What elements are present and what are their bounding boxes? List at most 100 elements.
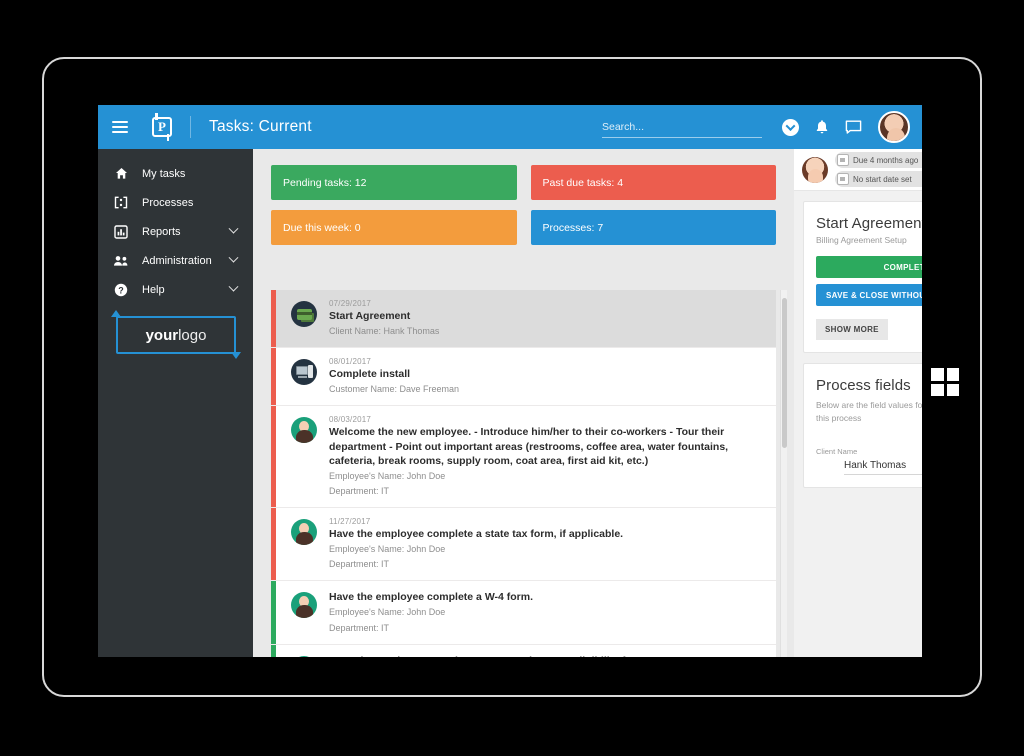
task-date: 08/03/2017 xyxy=(329,415,372,425)
task-title: Have the employee complete a W-4 form. xyxy=(329,591,534,604)
task-status-bar xyxy=(271,581,276,644)
task-meta: Department: IT xyxy=(329,486,390,496)
task-status-bar xyxy=(271,508,276,581)
credit-card-icon xyxy=(291,301,317,327)
home-icon xyxy=(112,167,130,180)
svg-text:?: ? xyxy=(118,285,124,295)
task-row[interactable]: 08/03/2017 Welcome the new employee. - I… xyxy=(271,406,776,509)
stat-label: Pending tasks: 12 xyxy=(283,176,367,189)
app-screen: P Tasks: Current Search... My tasks Proc… xyxy=(98,105,922,657)
brackets-icon xyxy=(112,196,130,209)
logo-light-text: logo xyxy=(178,326,207,344)
detail-panel-header: Due 4 months ago × No start date set › xyxy=(794,149,922,191)
task-meta: Employee's Name: John Doe xyxy=(329,607,446,618)
field-value[interactable]: Hank Thomas xyxy=(844,460,922,476)
task-row[interactable]: Have the employee complete a W-4 form. E… xyxy=(271,581,776,645)
due-date-chip[interactable]: Due 4 months ago × xyxy=(835,152,922,168)
due-date-label: Due 4 months ago xyxy=(853,155,919,165)
sidebar-item-administration[interactable]: Administration xyxy=(98,246,253,275)
task-list-scrollbar[interactable] xyxy=(780,290,787,657)
task-row[interactable]: 11/27/2017 Have the employee complete a … xyxy=(271,508,776,582)
windows-logo-icon xyxy=(931,368,959,396)
search-field-wrapper xyxy=(602,117,762,138)
task-title: Start Agreement xyxy=(329,310,411,322)
person-avatar xyxy=(291,417,317,444)
detail-title: Start Agreement xyxy=(816,215,922,232)
task-title: Have the employee complete an I-9 Employ… xyxy=(329,654,764,657)
task-status-bar xyxy=(271,290,276,348)
stat-card-due-this-week[interactable]: Due this week: 0 xyxy=(271,210,517,245)
task-row[interactable]: Have the employee complete an I-9 Employ… xyxy=(271,644,776,657)
task-status-bar xyxy=(271,644,276,657)
sidebar-label: Processes xyxy=(142,196,194,209)
stat-label: Due this week: 0 xyxy=(283,221,361,234)
start-date-chip[interactable]: No start date set xyxy=(835,171,922,187)
complete-button[interactable]: COMPLETE xyxy=(816,256,922,278)
task-meta: Department: IT xyxy=(329,559,390,570)
sidebar-item-help[interactable]: ? Help xyxy=(98,275,253,304)
task-status-bar xyxy=(271,406,276,508)
question-circle-icon: ? xyxy=(112,283,130,297)
stat-cards: Pending tasks: 12 Past due tasks: 4 Due … xyxy=(253,149,794,245)
top-navigation-bar: P Tasks: Current xyxy=(98,105,922,149)
sidebar-label: Help xyxy=(142,283,165,296)
stat-label: Processes: 7 xyxy=(542,221,604,234)
task-row[interactable]: 08/01/2017 Complete install Customer Nam… xyxy=(271,348,776,407)
date-chips: Due 4 months ago × No start date set xyxy=(835,152,922,187)
sidebar-item-my-tasks[interactable]: My tasks xyxy=(98,159,253,188)
sidebar-navigation: My tasks Processes Reports Administratio… xyxy=(98,149,253,657)
computer-icon xyxy=(291,359,317,386)
company-logo-placeholder[interactable]: your logo xyxy=(116,316,236,354)
calendar-icon xyxy=(837,173,849,185)
bar-chart-icon xyxy=(112,224,130,239)
assignee-avatar[interactable] xyxy=(802,156,828,183)
process-fields-description: Below are the field values for this inst… xyxy=(816,400,922,424)
calendar-icon xyxy=(837,154,849,166)
task-date: 08/01/2017 xyxy=(329,357,372,367)
stat-label: Past due tasks: 4 xyxy=(542,176,624,189)
task-detail-card: Start Agreement Billing Agreement Setup … xyxy=(803,201,922,353)
sidebar-item-reports[interactable]: Reports xyxy=(98,217,253,246)
task-meta: Employee's Name: John Doe xyxy=(329,470,446,481)
task-row[interactable]: 07/29/2017 Start Agreement Client Name: … xyxy=(271,290,776,349)
bell-icon[interactable] xyxy=(815,119,829,135)
app-logo-icon[interactable]: P xyxy=(150,113,174,141)
stat-card-pending-tasks[interactable]: Pending tasks: 12 xyxy=(271,165,517,200)
person-avatar xyxy=(291,519,317,546)
chevron-down-icon[interactable] xyxy=(228,252,239,263)
field-label: Client Name xyxy=(816,447,858,457)
task-detail-panel: Due 4 months ago × No start date set › S… xyxy=(794,149,922,657)
search-input[interactable] xyxy=(602,117,762,138)
chat-icon[interactable] xyxy=(845,120,862,135)
person-avatar xyxy=(291,592,317,619)
task-meta: Client Name: Hank Thomas xyxy=(329,326,440,337)
task-meta: Customer Name: Dave Freeman xyxy=(329,384,460,395)
task-date: 07/29/2017 xyxy=(329,299,372,308)
chevron-circle-icon[interactable] xyxy=(782,118,799,136)
task-meta: Employee's Name: John Doe xyxy=(329,544,446,555)
main-content: Pending tasks: 12 Past due tasks: 4 Due … xyxy=(253,149,794,657)
task-title: Complete install xyxy=(329,368,411,381)
chevron-down-icon[interactable] xyxy=(228,281,239,292)
hamburger-menu-icon[interactable] xyxy=(112,121,128,133)
app-logo-letter: P xyxy=(158,119,166,134)
process-fields-card: Process fields Below are the field value… xyxy=(803,363,922,489)
task-list: 07/29/2017 Start Agreement Client Name: … xyxy=(271,290,776,657)
people-icon xyxy=(112,255,130,267)
show-more-button[interactable]: SHOW MORE xyxy=(816,319,888,340)
detail-subtitle: Billing Agreement Setup xyxy=(816,235,907,245)
save-and-close-button[interactable]: SAVE & CLOSE WITHOUT A RESPONSE xyxy=(816,284,922,306)
sidebar-item-processes[interactable]: Processes xyxy=(98,188,253,217)
stat-card-processes[interactable]: Processes: 7 xyxy=(530,210,776,245)
task-status-bar xyxy=(271,348,276,406)
sidebar-label: Administration xyxy=(142,254,212,267)
user-avatar[interactable] xyxy=(878,111,910,143)
person-avatar xyxy=(291,655,317,657)
header-actions xyxy=(602,111,922,143)
task-title: Have the employee complete a state tax f… xyxy=(329,528,624,541)
task-title: Welcome the new employee. - Introduce hi… xyxy=(329,426,729,467)
stat-card-past-due-tasks[interactable]: Past due tasks: 4 xyxy=(530,165,776,200)
chevron-down-icon[interactable] xyxy=(228,223,239,234)
task-meta: Department: IT xyxy=(329,622,390,633)
logo-bold-text: your xyxy=(145,326,179,344)
